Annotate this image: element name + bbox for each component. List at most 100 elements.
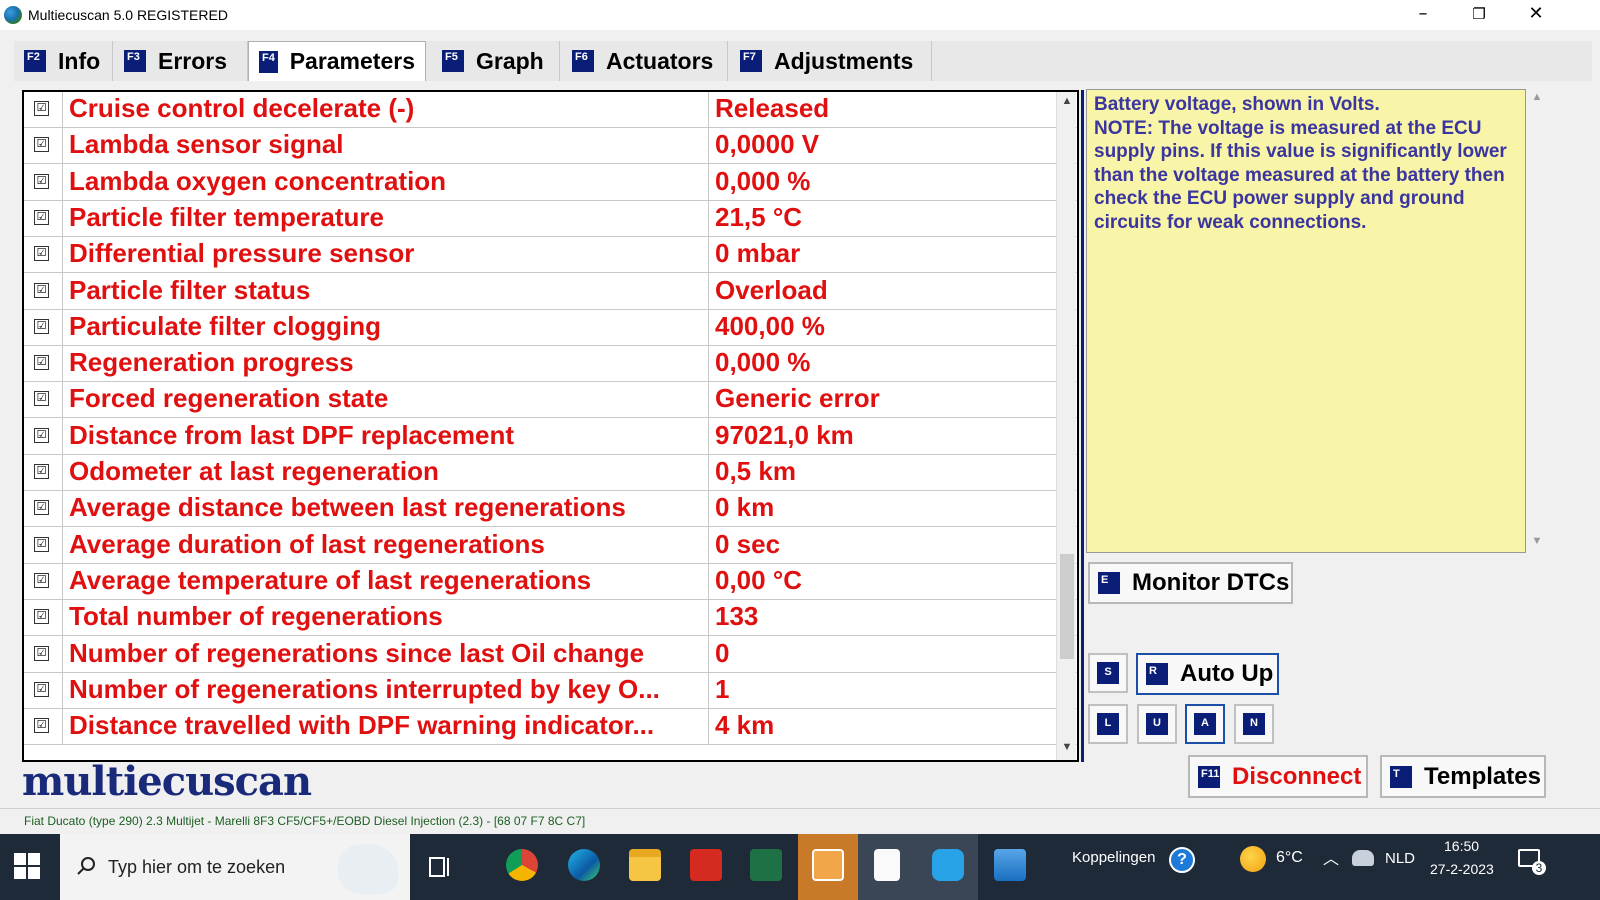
auto-up-button[interactable]: R Auto Up: [1136, 653, 1279, 695]
table-row[interactable]: ☑ Average temperature of last regeneratio…: [24, 562, 1077, 600]
pdf-reader-icon[interactable]: [690, 849, 722, 881]
column-divider: [708, 526, 709, 564]
parameter-value: 0: [715, 637, 730, 668]
s-button[interactable]: S: [1088, 653, 1128, 693]
parameter-value: 400,00 %: [715, 310, 825, 341]
column-divider: [62, 454, 63, 491]
monitor-dtcs-button[interactable]: E Monitor DTCs: [1088, 562, 1293, 604]
maximize-button[interactable]: ❐: [1456, 0, 1502, 30]
parameter-name: Total number of regenerations: [69, 601, 443, 632]
table-row[interactable]: ☑ Particle filter temperature 21,5 °C: [24, 199, 1077, 237]
edge-icon[interactable]: [568, 849, 600, 881]
table-row[interactable]: ☑ Particulate filter clogging 400,00 %: [24, 308, 1077, 346]
language-indicator[interactable]: NLD: [1385, 850, 1415, 867]
task-view-icon[interactable]: [428, 856, 452, 878]
parameter-checkbox[interactable]: ☑: [34, 101, 49, 116]
table-row[interactable]: ☑ Number of regenerations since last Oil …: [24, 635, 1077, 673]
parameter-checkbox[interactable]: ☑: [34, 681, 49, 697]
column-divider: [708, 236, 709, 274]
minimize-button[interactable]: –: [1400, 0, 1446, 30]
table-row[interactable]: ☑ Average distance between last regenerat…: [24, 490, 1077, 528]
parameter-checkbox[interactable]: ☑: [34, 645, 49, 661]
clock-time[interactable]: 16:50: [1444, 838, 1479, 854]
chrome-icon[interactable]: [506, 849, 538, 881]
parameter-checkbox[interactable]: ☑: [34, 173, 49, 189]
parameter-checkbox[interactable]: ☑: [34, 609, 49, 625]
clock-date[interactable]: 27-2-2023: [1430, 861, 1494, 877]
tab-errors[interactable]: F3 Errors: [114, 41, 248, 81]
multiecuscan-logo: multiecuscan: [22, 758, 312, 805]
parameter-checkbox[interactable]: ☑: [34, 209, 49, 225]
column-divider: [708, 671, 709, 709]
table-row[interactable]: ☑ Odometer at last regeneration 0,5 km: [24, 454, 1077, 491]
parameter-checkbox[interactable]: ☑: [34, 137, 49, 153]
parameter-name: Odometer at last regeneration: [69, 456, 439, 486]
templates-button[interactable]: T Templates: [1380, 755, 1546, 798]
network-icon[interactable]: [1352, 850, 1374, 866]
parameter-checkbox[interactable]: ☑: [34, 282, 49, 298]
parameter-checkbox[interactable]: ☑: [34, 500, 49, 516]
panel-divider[interactable]: [1081, 90, 1084, 762]
parameter-checkbox[interactable]: ☑: [34, 536, 49, 552]
chevron-up-icon[interactable]: ︿: [1323, 845, 1339, 869]
button-label: Disconnect: [1232, 762, 1362, 790]
table-row[interactable]: ☑ Cruise control decelerate (-) Released: [24, 92, 1077, 128]
scroll-up-button[interactable]: ▲: [1057, 92, 1077, 110]
n-button[interactable]: N: [1234, 704, 1274, 744]
table-row[interactable]: ☑ Lambda oxygen concentration 0,000 %: [24, 163, 1077, 201]
links-toolbar-label[interactable]: Koppelingen: [1072, 849, 1155, 866]
tab-label: Adjustments: [774, 47, 914, 74]
parameter-checkbox[interactable]: ☑: [34, 464, 49, 479]
column-divider: [708, 490, 709, 528]
windows-start-icon[interactable]: [14, 853, 40, 879]
parameter-checkbox[interactable]: ☑: [34, 355, 49, 371]
taskbar-search-box[interactable]: Typ hier om te zoeken: [60, 834, 410, 900]
table-row[interactable]: ☑ Total number of regenerations 133: [24, 599, 1077, 637]
scroll-thumb[interactable]: [1060, 554, 1074, 659]
table-row[interactable]: ☑ Particle filter status Overload: [24, 272, 1077, 310]
parameter-scrollbar[interactable]: ▲ ▼: [1056, 92, 1076, 760]
file-explorer-icon[interactable]: [629, 849, 661, 881]
table-row[interactable]: ☑ Distance travelled with DPF warning ind…: [24, 708, 1077, 746]
l-button[interactable]: L: [1088, 704, 1128, 744]
parameter-value: Generic error: [715, 383, 880, 414]
table-row[interactable]: ☑ Number of regenerations interrupted by …: [24, 671, 1077, 709]
tab-info[interactable]: F2 Info: [14, 41, 113, 81]
a-button[interactable]: A: [1185, 704, 1225, 744]
description-scroll-down[interactable]: ▼: [1528, 535, 1546, 547]
table-row[interactable]: ☑ Forced regeneration state Generic error: [24, 381, 1077, 419]
u-button[interactable]: U: [1137, 704, 1177, 744]
tab-adjustments[interactable]: F7 Adjustments: [730, 41, 932, 81]
parameter-name: Number of regenerations interrupted by k…: [69, 673, 660, 704]
n-key-badge: N: [1243, 713, 1265, 735]
parameter-checkbox[interactable]: ☑: [34, 427, 49, 443]
photos-icon[interactable]: [994, 849, 1026, 881]
description-scroll-up[interactable]: ▲: [1528, 91, 1546, 103]
tab-graph[interactable]: F5 Graph: [432, 41, 560, 81]
table-row[interactable]: ☑ Differential pressure sensor 0 mbar: [24, 236, 1077, 274]
table-row[interactable]: ☑ Regeneration progress 0,000 %: [24, 345, 1077, 383]
help-icon[interactable]: ?: [1169, 847, 1195, 873]
parameter-checkbox[interactable]: ☑: [34, 718, 49, 734]
excel-icon[interactable]: [750, 849, 782, 881]
u-key-badge: U: [1146, 713, 1168, 735]
parameter-name: Particle filter status: [69, 274, 311, 305]
parameter-checkbox[interactable]: ☑: [34, 246, 49, 262]
temperature-label[interactable]: 6°C: [1276, 849, 1303, 867]
close-button[interactable]: ✕: [1513, 0, 1559, 30]
table-row[interactable]: ☑ Lambda sensor signal 0,0000 V: [24, 127, 1077, 165]
tab-actuators[interactable]: F6 Actuators: [562, 41, 728, 81]
parameter-checkbox[interactable]: ☑: [34, 391, 49, 407]
disconnect-button[interactable]: F11 Disconnect: [1188, 755, 1368, 798]
column-divider: [708, 127, 709, 165]
weather-icon[interactable]: [1240, 846, 1266, 872]
table-row[interactable]: ☑ Distance from last DPF replacement 97021…: [24, 417, 1077, 455]
f2-key-badge: F2: [24, 50, 46, 72]
t-key-badge: T: [1390, 765, 1412, 788]
tab-parameters[interactable]: F4 Parameters: [248, 41, 426, 81]
parameter-checkbox[interactable]: ☑: [34, 572, 49, 588]
table-row[interactable]: ☑ Average duration of last regenerations 0…: [24, 526, 1077, 564]
parameter-checkbox[interactable]: ☑: [34, 318, 49, 334]
description-scrollbar[interactable]: ▲ ▼: [1528, 89, 1546, 553]
scroll-down-button[interactable]: ▼: [1057, 738, 1077, 756]
